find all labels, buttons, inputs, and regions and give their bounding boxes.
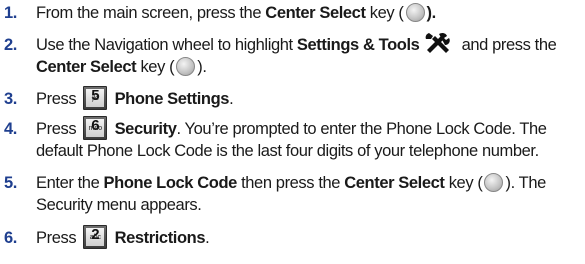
step-text: Use the Navigation wheel to highlight Se… [36,32,557,56]
step-text: default Phone Lock Code is the last four… [36,142,539,160]
step-text-segment: ). The [505,174,546,192]
key-letters: jkl [92,94,99,102]
step-text: Press 2 abc Restrictions. [36,224,210,249]
step-text: Enter the Phone Lock Code then press the… [36,172,546,194]
step-text-segment: . [205,229,210,247]
step-bold-term: Phone Lock Code [103,174,238,192]
step-text-segment: key ( [136,58,175,76]
step-bold-term: Phone Settings [114,90,230,108]
step-text: Press 6 mno Security. You’re prompted to … [36,115,547,140]
keypad-2-key-icon: 2 abc [83,224,108,249]
step-text: Security menu appears. [36,196,202,214]
center-select-key-icon [176,56,196,76]
step-number: 3. [4,90,17,108]
step-text-segment: ). [426,4,437,22]
step-bold-term: Center Select [36,58,137,76]
step-number: 1. [4,4,17,22]
key-letters: abc [89,233,102,241]
step-bold-term: Center Select [265,4,366,22]
center-select-key-icon [484,172,504,192]
step-text-segment: then press the [236,174,345,192]
step-text: Press 5 jkl Phone Settings. [36,85,234,110]
step-bold-term: Center Select [344,174,445,192]
step-number: 2. [4,36,17,54]
step-bold-term: Restrictions [114,229,206,247]
step-number: 6. [4,229,17,247]
step-text-segment: . You’re prompted to enter the Phone Loc… [176,120,547,138]
step-text-segment: Press [36,229,81,247]
step-text-segment: key ( [365,4,404,22]
keypad-6-key-icon: 6 mno [83,115,108,140]
step-text-segment: . [229,90,234,108]
step-text-segment: Press [36,90,81,108]
step-bold-term: Security [114,120,177,138]
step-text-segment: ). [197,58,207,76]
center-select-key-icon [405,2,425,22]
keypad-5-key-icon: 5 jkl [83,85,108,110]
step-text-segment: Press [36,120,81,138]
step-number: 4. [4,120,17,138]
settings-tools-icon [426,32,451,53]
step-bold-term: Settings & Tools [296,36,420,54]
step-text: From the main screen, press the Center S… [36,2,436,24]
step-text-segment: From the main screen, press the [36,4,266,22]
step-text-segment: Enter the [36,174,104,192]
step-text-segment: key ( [444,174,483,192]
step-number: 5. [4,174,17,192]
step-text-segment: Use the Navigation wheel to highlight [36,36,297,54]
key-letters: mno [88,124,103,132]
step-text-segment: and press the [457,36,557,54]
step-text: Center Select key (). [36,56,207,78]
